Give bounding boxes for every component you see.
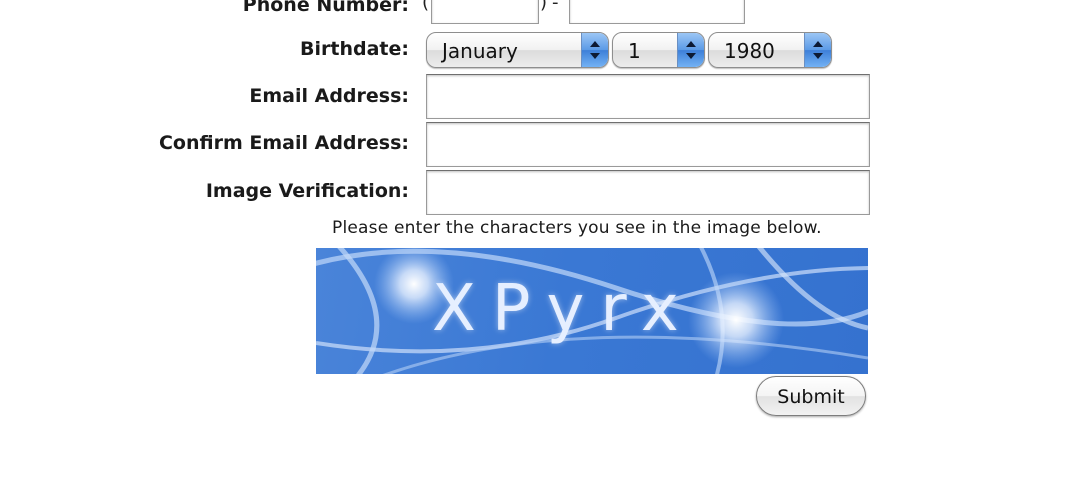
birth-day-value: 1 bbox=[628, 39, 641, 63]
chevron-up-down-icon bbox=[804, 33, 831, 67]
chevron-up-down-icon bbox=[677, 33, 704, 67]
image-verification-input[interactable] bbox=[426, 170, 870, 215]
birth-day-select[interactable]: 1 bbox=[612, 32, 705, 68]
phone-paren-open: ( bbox=[422, 0, 430, 13]
phone-dash: - bbox=[552, 0, 559, 13]
phone-number-label: Phone Number: bbox=[242, 0, 409, 16]
captcha-image: XPyrx bbox=[316, 248, 868, 374]
image-verification-label: Image Verification: bbox=[205, 180, 409, 202]
confirm-email-label: Confirm Email Address: bbox=[158, 132, 409, 154]
birth-month-select[interactable]: January bbox=[426, 32, 609, 68]
email-address-input[interactable] bbox=[426, 74, 870, 119]
confirm-email-input[interactable] bbox=[426, 122, 870, 167]
captcha-characters: XPyrx bbox=[432, 272, 695, 346]
phone-number-input[interactable] bbox=[569, 0, 745, 24]
chevron-up-down-icon bbox=[581, 33, 608, 67]
birthdate-label: Birthdate: bbox=[300, 38, 409, 60]
submit-button[interactable]: Submit bbox=[756, 376, 866, 416]
email-address-label: Email Address: bbox=[249, 85, 409, 107]
birth-year-select[interactable]: 1980 bbox=[708, 32, 832, 68]
birth-year-value: 1980 bbox=[724, 39, 775, 63]
phone-paren-close: ) bbox=[540, 0, 548, 13]
birth-month-value: January bbox=[442, 39, 518, 63]
captcha-instructions: Please enter the characters you see in t… bbox=[332, 218, 822, 238]
phone-area-code-input[interactable] bbox=[431, 0, 539, 24]
